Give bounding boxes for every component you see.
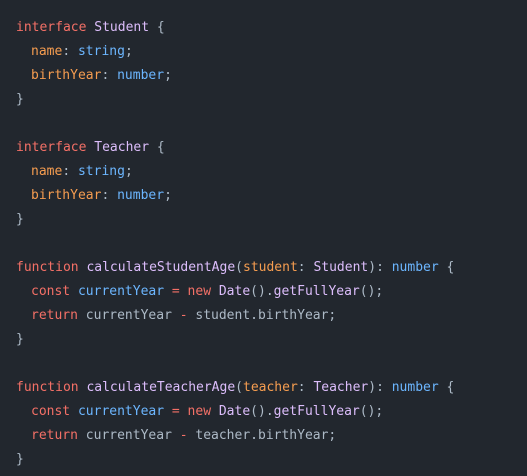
code-line: return currentYear - student.birthYear; [31, 308, 337, 323]
code-line: } [16, 452, 24, 467]
type-date: Date [218, 284, 251, 299]
keyword-function: function [16, 260, 79, 275]
type-student: Student [313, 260, 369, 275]
type-string: string [77, 44, 125, 59]
type-date: Date [218, 404, 251, 419]
property-birth-year: birthYear [31, 188, 102, 203]
type-teacher: Teacher [94, 140, 150, 155]
keyword-const: const [31, 404, 71, 419]
keyword-interface: interface [16, 140, 87, 155]
keyword-function: function [16, 380, 79, 395]
param-teacher: teacher [243, 380, 298, 395]
code-line: interface Student { [16, 20, 165, 35]
variable-current-year: currentYear [77, 404, 165, 419]
code-line: function calculateStudentAge(student: St… [16, 260, 455, 275]
keyword-return: return [31, 428, 78, 443]
type-number: number [391, 260, 439, 275]
keyword-new: new [187, 404, 212, 419]
type-number: number [117, 68, 165, 83]
code-line: name: string; [31, 164, 133, 179]
code-line: const currentYear = new Date().getFullYe… [31, 284, 384, 299]
property-name: name [31, 44, 63, 59]
code-line: birthYear: number; [31, 188, 172, 203]
code-line: name: string; [31, 44, 133, 59]
keyword-interface: interface [16, 20, 87, 35]
code-line: interface Teacher { [16, 140, 165, 155]
code-line: return currentYear - teacher.birthYear; [31, 428, 337, 443]
variable-current-year: currentYear [77, 284, 165, 299]
type-number: number [391, 380, 439, 395]
code-line: function calculateTeacherAge(teacher: Te… [16, 380, 455, 395]
function-name-teacher: calculateTeacherAge [86, 380, 236, 395]
method-get-full-year: getFullYear [273, 404, 360, 419]
type-teacher: Teacher [313, 380, 369, 395]
type-student: Student [94, 20, 150, 35]
code-line: } [16, 212, 24, 227]
keyword-const: const [31, 284, 71, 299]
property-name: name [31, 164, 63, 179]
property-birth-year: birthYear [31, 68, 102, 83]
code-editor[interactable]: interface Student { name: string; birthY… [0, 0, 527, 476]
keyword-new: new [187, 284, 212, 299]
method-get-full-year: getFullYear [273, 284, 360, 299]
type-number: number [117, 188, 165, 203]
function-name-student: calculateStudentAge [86, 260, 236, 275]
code-line: } [16, 332, 24, 347]
code-line: const currentYear = new Date().getFullYe… [31, 404, 384, 419]
code-line: birthYear: number; [31, 68, 172, 83]
param-student: student [243, 260, 298, 275]
keyword-return: return [31, 308, 78, 323]
code-line: } [16, 92, 24, 107]
type-string: string [77, 164, 125, 179]
